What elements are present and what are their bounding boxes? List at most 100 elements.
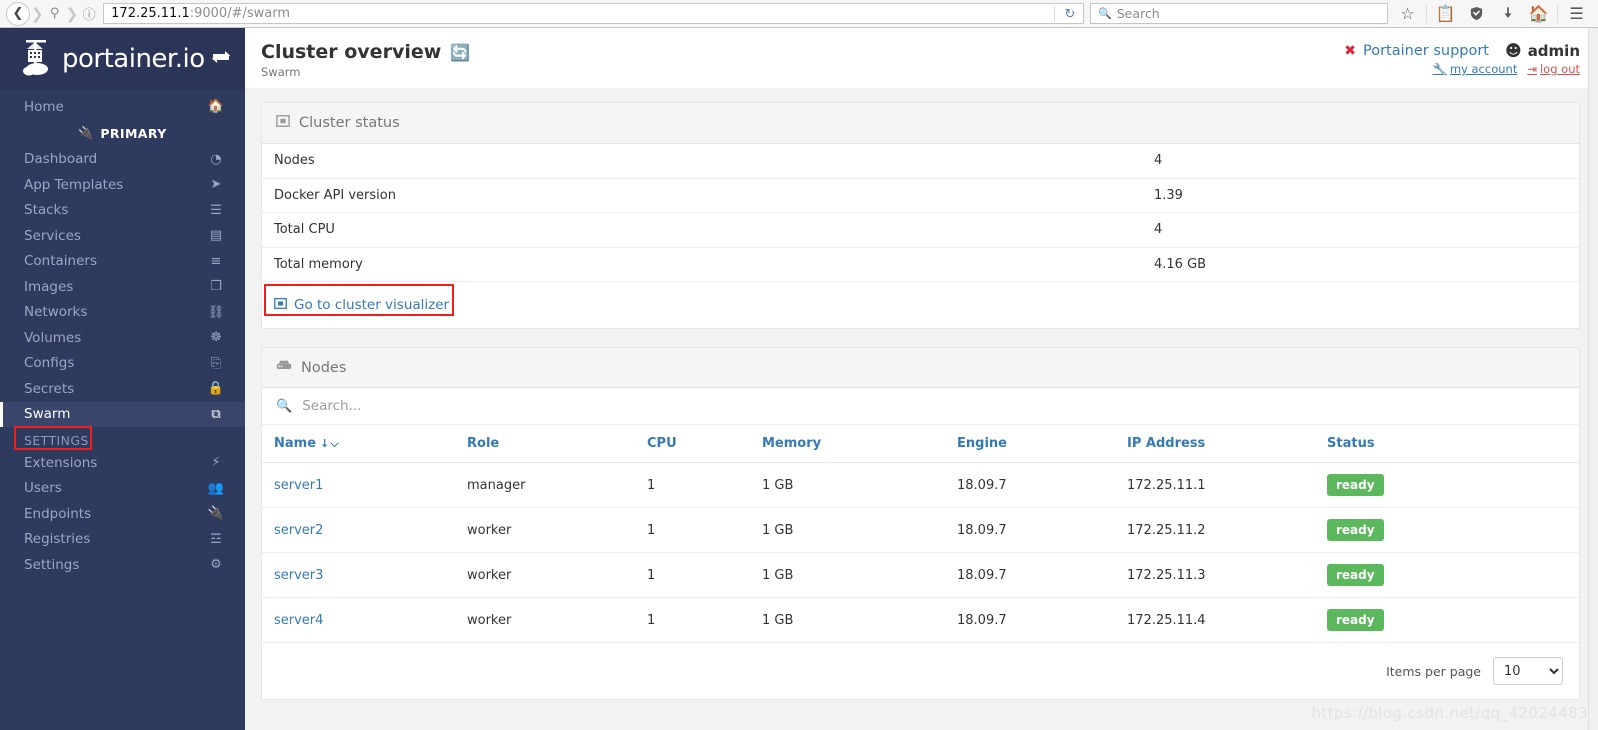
sidebar-item-networks[interactable]: Networks ⛓ <box>0 300 245 326</box>
my-account-label: my account <box>1449 62 1518 76</box>
back-arrow-icon[interactable]: ❮ <box>6 1 30 26</box>
user-circle-icon: ☻ <box>1505 41 1522 60</box>
column-header-name[interactable]: Name ↓​ ⌵ <box>262 425 467 463</box>
nodes-search-input[interactable] <box>302 398 1565 414</box>
column-header-engine[interactable]: Engine <box>957 425 1127 463</box>
sign-out-icon: ⇥ <box>1527 62 1537 76</box>
page-scrollbar[interactable] <box>1588 28 1598 730</box>
sidebar-item-images[interactable]: Images ❐ <box>0 274 245 300</box>
plug-icon: 🔌 <box>78 125 95 140</box>
go-to-cluster-visualizer-link[interactable]: Go to cluster visualizer <box>274 297 449 314</box>
my-account-link[interactable]: 🔧 my account <box>1433 62 1518 76</box>
sidebar-item-app-templates[interactable]: App Templates ➤ <box>0 172 245 198</box>
sidebar-item-secrets[interactable]: Secrets 🔒 <box>0 376 245 402</box>
cell-cpu: 1 <box>647 597 762 643</box>
status-badge: ready <box>1327 564 1384 586</box>
cluster-status-key: Docker API version <box>274 187 396 203</box>
sidebar-settings-items: Extensions ⚡ Users 👥 Endpoints 🔌 Registries ☲ Se… <box>0 450 245 578</box>
sidebar-item-swarm[interactable]: Swarm ⧉ <box>0 401 245 427</box>
sidebar-item-label: Configs <box>24 355 75 372</box>
permissions-key-icon[interactable]: ⚲ <box>45 6 65 21</box>
page-header-left: Cluster overview 🔄 Swarm <box>261 41 470 79</box>
nodes-table-body: server1 manager 1 1 GB 18.09.7 172.25.11.1 rea… <box>262 462 1579 643</box>
sidebar-item-registries[interactable]: Registries ☲ <box>0 527 245 553</box>
portainer-logo[interactable]: portainer.io <box>20 36 211 82</box>
lock-icon: 🔒 <box>207 381 225 397</box>
sidebar-item-containers[interactable]: Containers ≡ <box>0 249 245 275</box>
items-per-page-select[interactable]: 102550100 <box>1493 657 1563 685</box>
column-header-cpu[interactable]: CPU <box>647 425 762 463</box>
node-link[interactable]: server1 <box>274 478 323 493</box>
column-header-memory[interactable]: Memory <box>762 425 957 463</box>
sidebar-item-home[interactable]: Home 🏠 <box>0 94 245 120</box>
sidebar-item-label: Extensions <box>24 454 98 471</box>
cell-cpu: 1 <box>647 462 762 508</box>
status-badge: ready <box>1327 474 1384 496</box>
cell-name: server4 <box>262 597 467 643</box>
nodes-panel-header: Nodes <box>262 348 1579 388</box>
wrench-icon: 🔧 <box>1432 62 1447 76</box>
sidebar-item-volumes[interactable]: Volumes ☸ <box>0 325 245 351</box>
column-header-status[interactable]: Status <box>1327 425 1579 463</box>
sidebar-item-stacks[interactable]: Stacks ☰ <box>0 198 245 224</box>
portainer-support-link[interactable]: ✖ Portainer support <box>1344 43 1489 59</box>
sidebar-item-extensions[interactable]: Extensions ⚡ <box>0 450 245 476</box>
cell-engine: 18.09.7 <box>957 507 1127 553</box>
shield-icon[interactable] <box>1461 1 1492 27</box>
download-icon[interactable] <box>1492 1 1523 27</box>
browser-search-box[interactable]: 🔍 Search <box>1090 3 1388 24</box>
bookmark-star-icon[interactable]: ☆ <box>1392 1 1423 27</box>
menu-icon[interactable]: ☰ <box>1561 1 1592 27</box>
cluster-status-header: Cluster status <box>262 103 1579 144</box>
page-header-right: ✖ Portainer support ☻ admin 🔧 my account… <box>1344 41 1580 76</box>
sidebar-item-dashboard[interactable]: Dashboard ◔ <box>0 147 245 173</box>
log-out-link[interactable]: ⇥ log out <box>1527 62 1580 76</box>
node-link[interactable]: server4 <box>274 613 323 628</box>
sidebar-item-endpoints[interactable]: Endpoints 🔌 <box>0 501 245 527</box>
sidebar-endpoint-label: PRIMARY <box>100 125 167 141</box>
library-icon[interactable]: 📋 <box>1430 1 1461 27</box>
url-host: 172.25.11.1 <box>111 6 190 21</box>
nav-chevron-icon: ❯ <box>31 4 44 23</box>
cell-name: server3 <box>262 552 467 598</box>
sidebar-item-label: Swarm <box>24 406 71 423</box>
sidebar-item-label: App Templates <box>24 176 124 193</box>
browser-toolbar-icons: ☆ 📋 🏠 ☰ <box>1392 1 1592 27</box>
sidebar-item-label: Containers <box>24 253 98 270</box>
url-path: :9000/#/swarm <box>189 6 291 21</box>
sidebar-item-settings[interactable]: Settings ⚙ <box>0 552 245 578</box>
images-icon: ❐ <box>210 279 222 295</box>
nodes-table-header-row: Name ↓​ ⌵ Role CPU Memory Engine IP Addre… <box>262 425 1579 463</box>
nodes-panel-title: Nodes <box>301 359 347 376</box>
sidebar: portainer.io Home 🏠 🔌 PRIMARY Dashboard ◔… <box>0 28 245 730</box>
column-header-name-label: Name <box>274 436 317 451</box>
sidebar-item-users[interactable]: Users 👥 <box>0 476 245 502</box>
gears-icon: ⚙ <box>210 557 222 573</box>
sidebar-primary-items: Dashboard ◔ App Templates ➤ Stacks ☰ Services ▤… <box>0 147 245 427</box>
cluster-status-key: Total CPU <box>274 222 335 238</box>
url-bar[interactable]: 172.25.11.1:9000/#/swarm ↻ <box>103 3 1084 24</box>
node-link[interactable]: server2 <box>274 523 323 538</box>
sidebar-item-label: Endpoints <box>24 505 92 522</box>
switch-endpoint-icon[interactable] <box>211 49 231 69</box>
home-icon[interactable]: 🏠 <box>1523 1 1554 27</box>
node-link[interactable]: server3 <box>274 568 323 583</box>
column-header-ip-address[interactable]: IP Address <box>1127 425 1327 463</box>
site-info-icon[interactable]: ⓘ <box>79 4 99 23</box>
sidebar-item-configs[interactable]: Configs ⎘ <box>0 351 245 377</box>
table-row: server2 worker 1 1 GB 18.09.7 172.25.11.2 read… <box>262 507 1579 553</box>
column-header-role[interactable]: Role <box>467 425 647 463</box>
bolt-icon: ⚡ <box>211 455 221 471</box>
nav-chevron-icon: ❯ <box>65 4 79 23</box>
reload-icon[interactable]: ↻ <box>1057 4 1083 25</box>
app-root: portainer.io Home 🏠 🔌 PRIMARY Dashboard ◔… <box>0 28 1598 730</box>
brand-header: portainer.io <box>0 28 245 90</box>
sidebar-item-label: Users <box>24 480 62 497</box>
sidebar-item-label: Volumes <box>24 329 82 346</box>
refresh-icon[interactable]: 🔄 <box>450 43 470 62</box>
sidebar-item-label: Stacks <box>24 202 69 219</box>
sidebar-item-services[interactable]: Services ▤ <box>0 223 245 249</box>
cluster-status-rows: Nodes 4 Docker API version 1.39 Total CPU 4 To… <box>262 144 1579 282</box>
brand-name: portainer.io <box>62 44 205 74</box>
cluster-status-title: Cluster status <box>299 115 400 131</box>
